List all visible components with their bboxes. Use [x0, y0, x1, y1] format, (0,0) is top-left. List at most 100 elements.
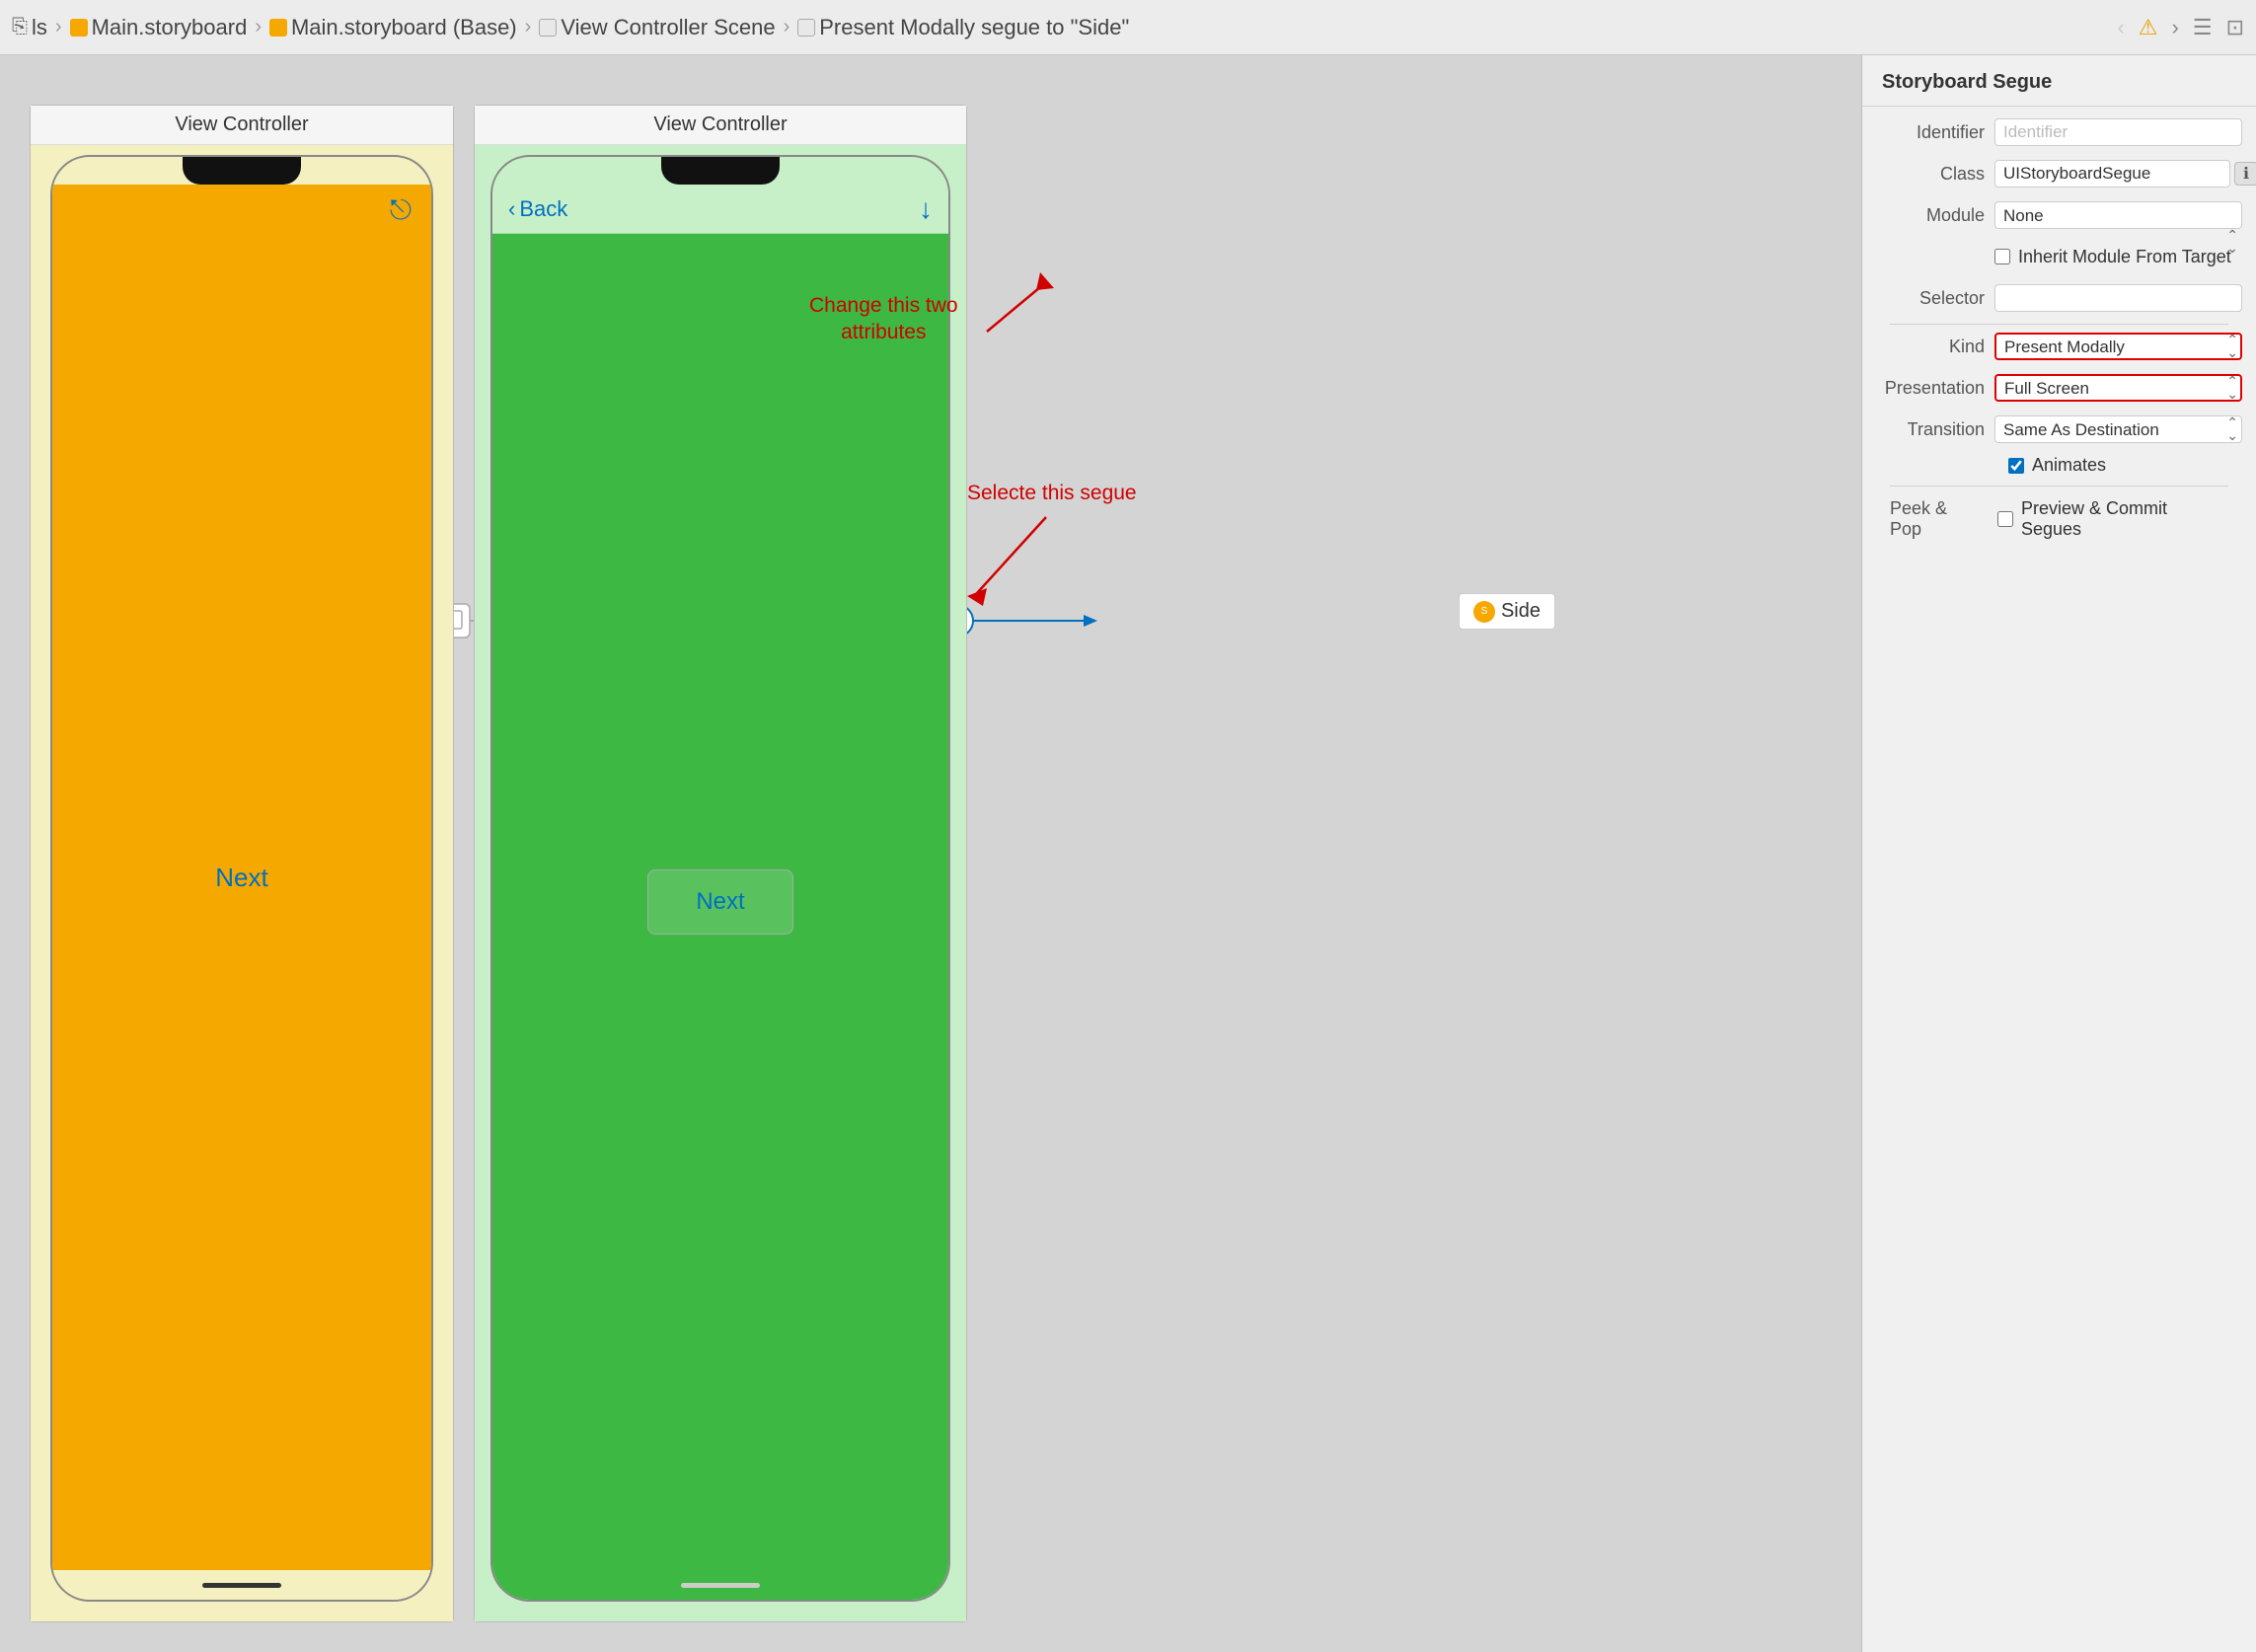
phone-mock-first: ⎋ Next — [50, 155, 433, 1602]
top-bar-icons: ‹ ⚠ › ☰ ⊡ — [2117, 15, 2244, 40]
ls-icon: ⎘ — [12, 16, 28, 38]
module-label: Module — [1876, 205, 1994, 226]
vc-second-body: ‹ Back ↓ Next — [475, 145, 966, 1621]
breadcrumb-base-label: Main.storyboard (Base) — [291, 15, 517, 40]
breadcrumb-sep-2: › — [255, 16, 262, 38]
window-icon[interactable]: ⊡ — [2226, 15, 2244, 40]
main-layout: View Controller ⎋ Next View Controller — [0, 55, 2256, 1652]
inherit-module-text: Inherit Module From Target — [2018, 247, 2231, 267]
presentation-select[interactable]: Full Screen Automatic Current Context Pa… — [1994, 374, 2242, 402]
class-input[interactable] — [1994, 160, 2230, 188]
side-dest-box: S Side — [1459, 593, 1555, 630]
module-select[interactable]: None — [1994, 201, 2242, 229]
animates-checkbox[interactable] — [2008, 458, 2024, 474]
breadcrumb-main-storyboard[interactable]: Main.storyboard — [70, 15, 248, 40]
kind-select-wrapper: Present Modally Show Show Detail Present… — [1994, 333, 2242, 360]
back-btn: ‹ Back — [508, 196, 567, 222]
annotation-change-attributes: Change this twoattributes — [809, 292, 958, 346]
vc2-next-button[interactable]: Next — [647, 869, 792, 935]
class-select-wrapper: ℹ ⌄ — [1994, 160, 2256, 188]
share-icon: ⎋ — [390, 194, 412, 227]
phone-notch-second — [661, 157, 780, 185]
canvas-area[interactable]: View Controller ⎋ Next View Controller — [0, 55, 1861, 1652]
back-label: Back — [519, 196, 567, 222]
right-panel-title: Storyboard Segue — [1862, 55, 2256, 107]
class-label: Class — [1876, 164, 1994, 185]
storyboard-base-icon — [269, 19, 287, 37]
module-select-wrapper: None ⌃⌄ — [1994, 201, 2242, 229]
segue-icon — [797, 19, 815, 37]
annotation-select-segue: Selecte this segue — [967, 480, 1137, 506]
home-bar-line-second — [681, 1583, 760, 1588]
peek-pop-row: Peek & Pop Preview & Commit Segues — [1876, 492, 2242, 546]
identifier-row: Identifier — [1876, 116, 2242, 148]
identifier-input[interactable] — [1994, 118, 2242, 146]
breadcrumb-sep-3: › — [525, 16, 532, 38]
breadcrumb-base[interactable]: Main.storyboard (Base) — [269, 15, 517, 40]
transition-label: Transition — [1876, 419, 1994, 440]
side-icon: S — [1473, 601, 1495, 623]
back-nav-button[interactable]: ‹ — [2117, 15, 2124, 40]
animates-row: Animates — [1876, 455, 2242, 476]
phone-home-bar-first — [52, 1570, 431, 1600]
phone-nav-bar: ‹ Back ↓ — [492, 185, 948, 234]
annotation-select-text: Selecte this segue — [967, 480, 1137, 506]
download-icon: ↓ — [919, 193, 933, 225]
breadcrumb-vc-scene[interactable]: View Controller Scene — [539, 15, 775, 40]
kind-row: Kind Present Modally Show Show Detail Pr… — [1876, 331, 2242, 362]
vc1-next-label: Next — [215, 863, 267, 893]
selector-label: Selector — [1876, 288, 1994, 309]
phone-body-green: Next — [492, 234, 948, 1570]
breadcrumb-segue[interactable]: Present Modally segue to "Side" — [797, 15, 1129, 40]
selector-row: Selector — [1876, 282, 2242, 314]
breadcrumb-sep-1: › — [55, 16, 62, 38]
home-bar-line-first — [202, 1583, 281, 1588]
kind-label: Kind — [1876, 337, 1994, 357]
side-destination: S Side — [1459, 593, 1555, 630]
inherit-module-checkbox[interactable] — [1994, 249, 2010, 264]
selector-input[interactable] — [1994, 284, 2242, 312]
top-bar: ⎘ ls › Main.storyboard › Main.storyboard… — [0, 0, 2256, 55]
breadcrumb-main-label: Main.storyboard — [92, 15, 248, 40]
transition-row: Transition Same As Destination Cover Ver… — [1876, 413, 2242, 445]
side-label: Side — [1501, 600, 1541, 623]
chevron-left-icon: ‹ — [508, 196, 515, 222]
inherit-module-row: Inherit Module From Target — [1876, 241, 2242, 272]
divider-2 — [1890, 486, 2228, 487]
peek-pop-checkbox[interactable] — [1997, 511, 2013, 527]
presentation-row: Presentation Full Screen Automatic Curre… — [1876, 372, 2242, 404]
class-row: Class ℹ ⌄ — [1876, 158, 2242, 189]
vc-scene-icon — [539, 19, 557, 37]
transition-select-wrapper: Same As Destination Cover Vertical Flip … — [1994, 415, 2242, 443]
phone-notch-first — [183, 157, 301, 185]
identifier-label: Identifier — [1876, 122, 1994, 143]
phone-green-full: ‹ Back ↓ Next — [492, 185, 948, 1600]
vc-first-body: ⎋ Next — [31, 145, 453, 1621]
form-section: Identifier Class ℹ ⌄ Module — [1862, 107, 2256, 556]
peek-pop-label: Peek & Pop — [1890, 498, 1982, 540]
kind-select[interactable]: Present Modally Show Show Detail Present… — [1994, 333, 2242, 360]
class-info-button[interactable]: ℹ — [2234, 162, 2256, 186]
transition-select[interactable]: Same As Destination Cover Vertical Flip … — [1994, 415, 2242, 443]
vc-panel-first: View Controller ⎋ Next — [30, 105, 454, 1622]
breadcrumb-sep-4: › — [784, 16, 790, 38]
breadcrumb-ls[interactable]: ⎘ ls — [12, 15, 47, 40]
forward-nav-button[interactable]: › — [2172, 15, 2179, 40]
module-row: Module None ⌃⌄ — [1876, 199, 2242, 231]
annotation-change-text: Change this twoattributes — [809, 292, 958, 346]
phone-body-orange: ⎋ Next — [52, 185, 431, 1570]
presentation-label: Presentation — [1876, 378, 1994, 399]
animates-label: Animates — [2032, 455, 2106, 476]
presentation-select-wrapper: Full Screen Automatic Current Context Pa… — [1994, 374, 2242, 402]
preview-commit-label: Preview & Commit Segues — [2021, 498, 2228, 540]
breadcrumb-segue-label: Present Modally segue to "Side" — [819, 15, 1129, 40]
breadcrumb-ls-label: ls — [32, 15, 47, 40]
menu-icon[interactable]: ☰ — [2193, 15, 2213, 40]
vc-second-title: View Controller — [475, 106, 966, 145]
breadcrumb-vcscene-label: View Controller Scene — [561, 15, 775, 40]
right-panel: Storyboard Segue Identifier Class ℹ ⌄ — [1861, 55, 2256, 1652]
phone-home-bar-second — [492, 1570, 948, 1600]
divider-1 — [1890, 324, 2228, 325]
storyboard-icon — [70, 19, 88, 37]
warning-icon[interactable]: ⚠ — [2139, 15, 2158, 40]
